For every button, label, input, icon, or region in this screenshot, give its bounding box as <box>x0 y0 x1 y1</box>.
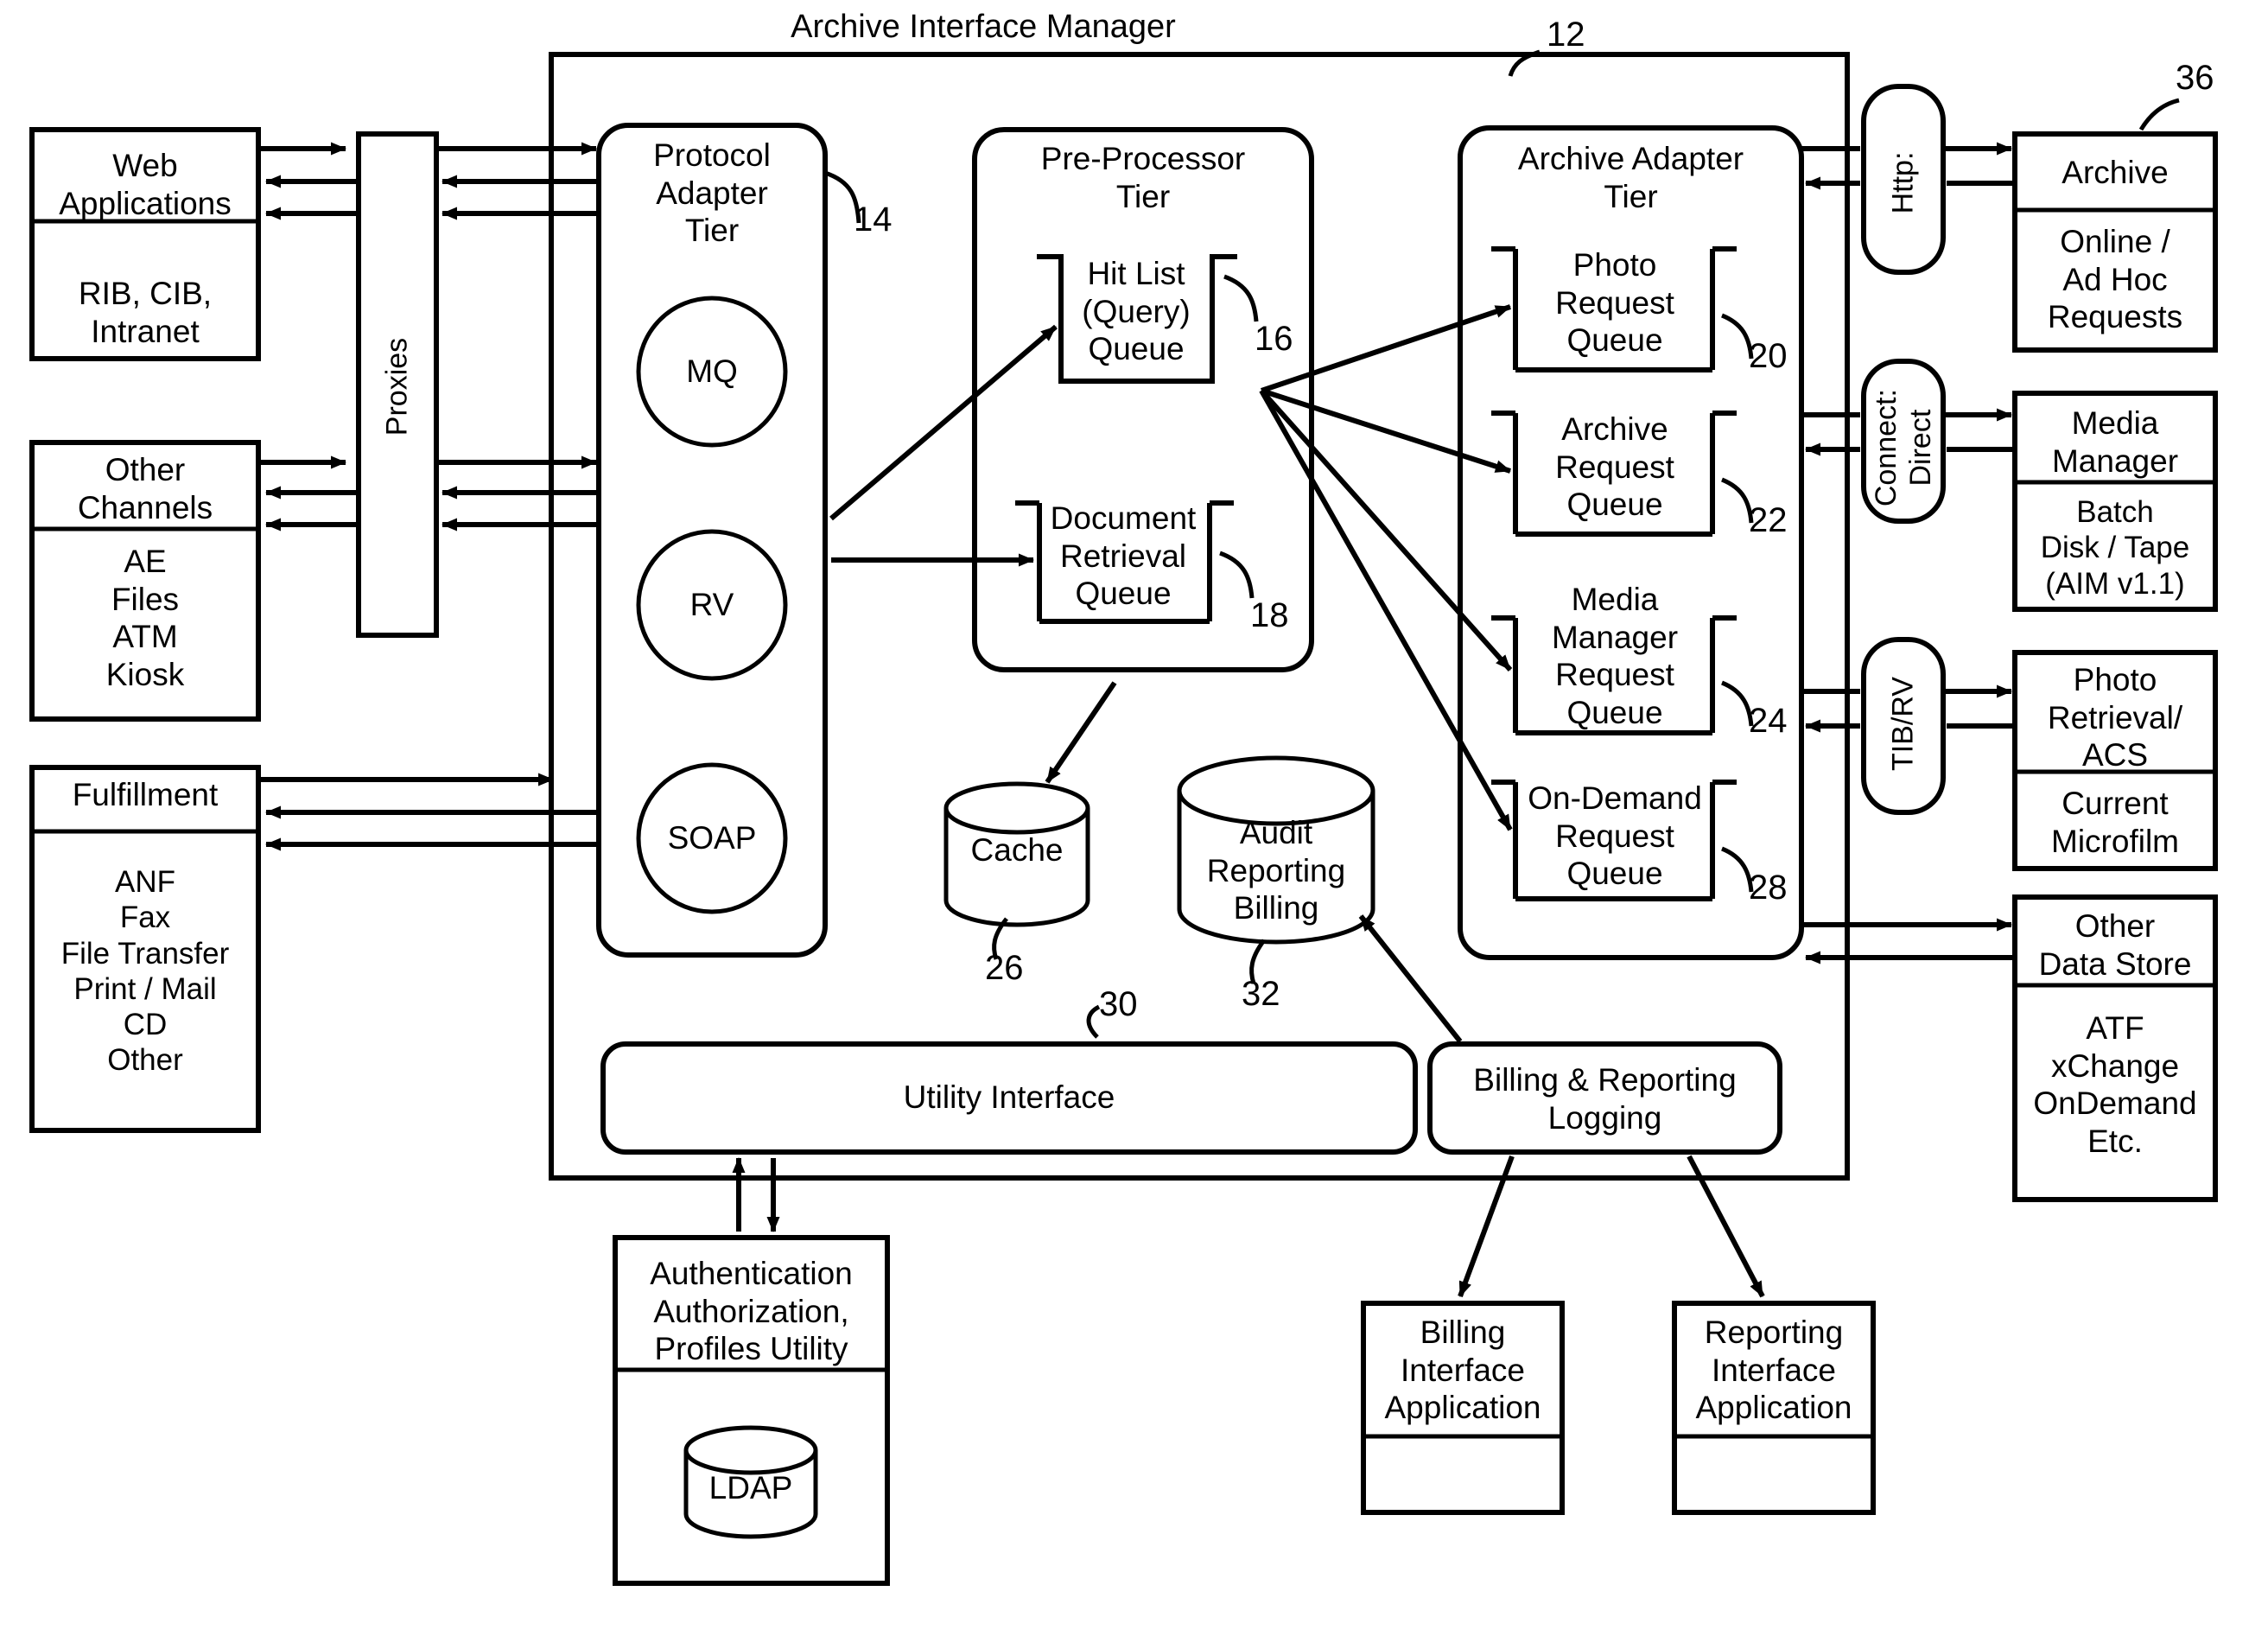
ref-26: 26 <box>985 949 1024 987</box>
ref-20: 20 <box>1749 337 1788 375</box>
http-connector-label: Http: <box>1886 151 1920 214</box>
page-title: Archive Interface Manager <box>791 9 1176 45</box>
ref-32: 32 <box>1242 975 1280 1013</box>
ref-28: 28 <box>1749 869 1788 907</box>
diagram-vector-layer <box>29 52 2218 1586</box>
ref-14: 14 <box>854 201 893 239</box>
ref-24: 24 <box>1749 702 1788 740</box>
ref-12: 12 <box>1547 16 1585 54</box>
ref-30: 30 <box>1099 985 1138 1023</box>
tib-rv-connector-label: TIB/RV <box>1886 677 1920 771</box>
ref-18: 18 <box>1250 596 1289 634</box>
ref-36: 36 <box>2176 59 2214 97</box>
diagram-canvas: Archive Interface Manager 12 Web Applicat… <box>0 0 2268 1636</box>
proxies-label: Proxies <box>380 337 414 436</box>
ref-16: 16 <box>1255 320 1293 358</box>
connect-direct-connector-label: Connect: Direct <box>1869 389 1937 507</box>
ref-22: 22 <box>1749 501 1788 539</box>
